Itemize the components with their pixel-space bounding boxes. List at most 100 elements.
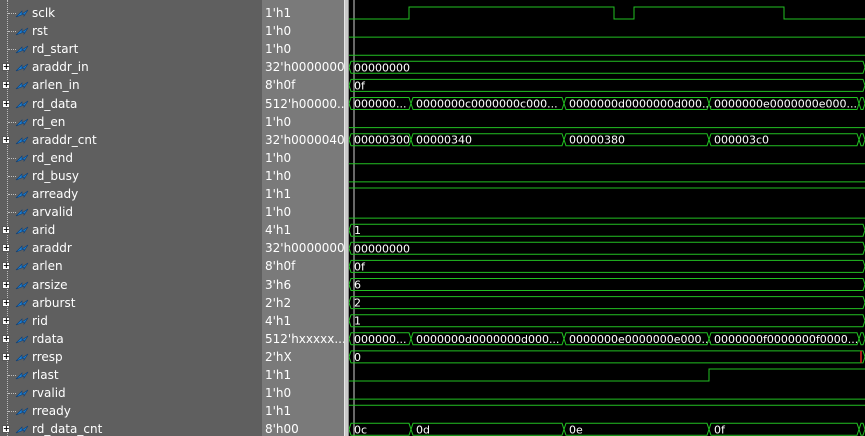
signal-value-row: 2'hX bbox=[262, 348, 344, 366]
bus-value-label: 0000000d0000000d000... bbox=[416, 333, 559, 346]
signal-name: araddr_in bbox=[32, 60, 89, 75]
expand-toggle-icon[interactable]: + bbox=[2, 352, 10, 361]
signal-value: 2'hX bbox=[265, 349, 292, 364]
signal-value: 8'h00 bbox=[265, 422, 299, 436]
bus-value-label: 6 bbox=[354, 279, 361, 292]
expand-toggle-icon[interactable]: + bbox=[2, 135, 10, 144]
signal-value-row: 1'h0 bbox=[262, 149, 344, 167]
signal-value-row: 32'h00000000 bbox=[262, 58, 344, 76]
signal-row-arvalid[interactable]: arvalid bbox=[0, 203, 262, 221]
signal-value: 1'h1 bbox=[265, 6, 292, 20]
signal-row-araddr[interactable]: + araddr bbox=[0, 239, 262, 257]
expand-toggle-icon[interactable]: + bbox=[2, 316, 10, 325]
bus-value-label: 2 bbox=[354, 297, 361, 310]
bus-segment bbox=[563, 422, 710, 436]
bus-signal-icon bbox=[15, 260, 29, 272]
expand-toggle-icon[interactable]: + bbox=[2, 298, 10, 307]
wire-signal-icon bbox=[15, 25, 29, 37]
signal-row-rd-start[interactable]: rd_start bbox=[0, 40, 262, 58]
signal-value: 512'hxxxxx... bbox=[265, 331, 344, 346]
signal-row-arsize[interactable]: + arsize bbox=[0, 276, 262, 294]
bus-signal-icon bbox=[15, 423, 29, 435]
bus-value-label: 0000000f0000000f0000... bbox=[714, 333, 858, 346]
bus-value-label: 0 bbox=[354, 351, 361, 364]
signal-row-araddr-cnt[interactable]: + araddr_cnt bbox=[0, 131, 262, 149]
signal-value-row: 512'hxxxxx... bbox=[262, 330, 344, 348]
bus-segment bbox=[858, 97, 865, 110]
signal-row-arburst[interactable]: + arburst bbox=[0, 294, 262, 312]
expand-toggle-icon[interactable]: + bbox=[2, 226, 10, 235]
signal-row-araddr-in[interactable]: + araddr_in bbox=[0, 58, 262, 76]
signal-name: sclk bbox=[32, 6, 56, 20]
wave-rlast bbox=[349, 368, 865, 382]
signal-row-rst[interactable]: rst bbox=[0, 22, 262, 40]
signal-value: 1'h0 bbox=[265, 386, 292, 401]
wire-signal-icon bbox=[15, 116, 29, 128]
signal-name: arlen bbox=[32, 259, 63, 274]
signal-row-rlast[interactable]: rlast bbox=[0, 366, 262, 384]
signal-row-rd-data-cnt[interactable]: + rd_data_cnt bbox=[0, 420, 262, 436]
signal-row-rd-data[interactable]: + rd_data bbox=[0, 95, 262, 113]
signal-row-rready[interactable]: rready bbox=[0, 402, 262, 420]
signal-row-arlen[interactable]: + arlen bbox=[0, 257, 262, 275]
expand-toggle-icon[interactable]: + bbox=[2, 81, 10, 90]
expand-toggle-icon[interactable]: + bbox=[2, 334, 10, 343]
signal-name: araddr_cnt bbox=[32, 132, 97, 147]
wire-signal-icon bbox=[15, 206, 29, 218]
expand-toggle-icon[interactable]: + bbox=[2, 99, 10, 108]
bus-value-label: 000000... bbox=[354, 98, 406, 111]
bus-signal-icon bbox=[15, 315, 29, 327]
signal-row-rd-en[interactable]: rd_en bbox=[0, 113, 262, 131]
signal-row-rdata[interactable]: + rdata bbox=[0, 330, 262, 348]
signal-value: 1'h0 bbox=[265, 24, 292, 39]
expand-toggle-icon[interactable]: + bbox=[2, 262, 10, 271]
wire-signal-icon bbox=[15, 188, 29, 200]
signal-row-arready[interactable]: arready bbox=[0, 185, 262, 203]
expand-toggle-icon[interactable]: + bbox=[2, 244, 10, 253]
signal-value: 1'h0 bbox=[265, 168, 292, 183]
signal-value: 3'h6 bbox=[265, 277, 292, 292]
wire-signal-icon bbox=[15, 387, 29, 399]
wire-signal-icon bbox=[15, 7, 29, 19]
signal-name: rd_en bbox=[32, 114, 66, 129]
signal-row-rresp[interactable]: + rresp bbox=[0, 348, 262, 366]
bus-signal-icon bbox=[15, 279, 29, 291]
signal-row-sclk[interactable]: sclk bbox=[0, 4, 262, 22]
bus-signal-icon bbox=[15, 79, 29, 91]
waveform-canvas[interactable]: 00000000 0f 000000... 0000000c0000000c000..… bbox=[349, 0, 865, 436]
signal-value: 1'h1 bbox=[265, 368, 292, 382]
bus-signal-icon bbox=[15, 333, 29, 345]
signal-row-rd-end[interactable]: rd_end bbox=[0, 149, 262, 167]
bus-segment bbox=[858, 422, 865, 436]
signal-row-rid[interactable]: + rid bbox=[0, 312, 262, 330]
bus-segment bbox=[349, 259, 865, 273]
signal-name: rlast bbox=[32, 368, 59, 382]
signal-row-rvalid[interactable]: rvalid bbox=[0, 384, 262, 402]
bus-signal-icon bbox=[15, 134, 29, 146]
signal-name: arburst bbox=[32, 295, 76, 310]
signal-row-rd-busy[interactable]: rd_busy bbox=[0, 167, 262, 185]
signal-value: 2'h2 bbox=[265, 295, 292, 310]
signal-value-row: 1'h1 bbox=[262, 366, 344, 384]
signal-value: 4'h1 bbox=[265, 313, 292, 328]
signal-row-arlen-in[interactable]: + arlen_in bbox=[0, 76, 262, 94]
signal-name: rst bbox=[32, 24, 48, 39]
signal-value: 1'h1 bbox=[265, 187, 292, 201]
expand-toggle-icon[interactable]: + bbox=[2, 425, 10, 434]
bus-value-label: 1 bbox=[354, 315, 361, 328]
expand-toggle-icon[interactable]: + bbox=[2, 63, 10, 72]
signal-row-arid[interactable]: + arid bbox=[0, 221, 262, 239]
signal-value: 8'h0f bbox=[265, 259, 296, 274]
signal-value-row: 1'h0 bbox=[262, 22, 344, 40]
bus-value-label: 0000000c0000000c000... bbox=[416, 98, 558, 111]
expand-toggle-icon[interactable]: + bbox=[2, 280, 10, 289]
wire-signal-icon bbox=[15, 170, 29, 182]
bus-segment bbox=[349, 241, 865, 255]
signal-name: arlen_in bbox=[32, 78, 80, 93]
signal-value: 512'h00000... bbox=[265, 96, 344, 111]
signal-value: 1'h1 bbox=[265, 404, 292, 419]
bus-value-label: 00000380 bbox=[569, 134, 625, 147]
waveform-pane[interactable]: 00000000 0f 000000... 0000000c0000000c000..… bbox=[349, 0, 865, 436]
signal-name: rd_start bbox=[32, 42, 79, 57]
signal-name: rdata bbox=[32, 331, 64, 346]
